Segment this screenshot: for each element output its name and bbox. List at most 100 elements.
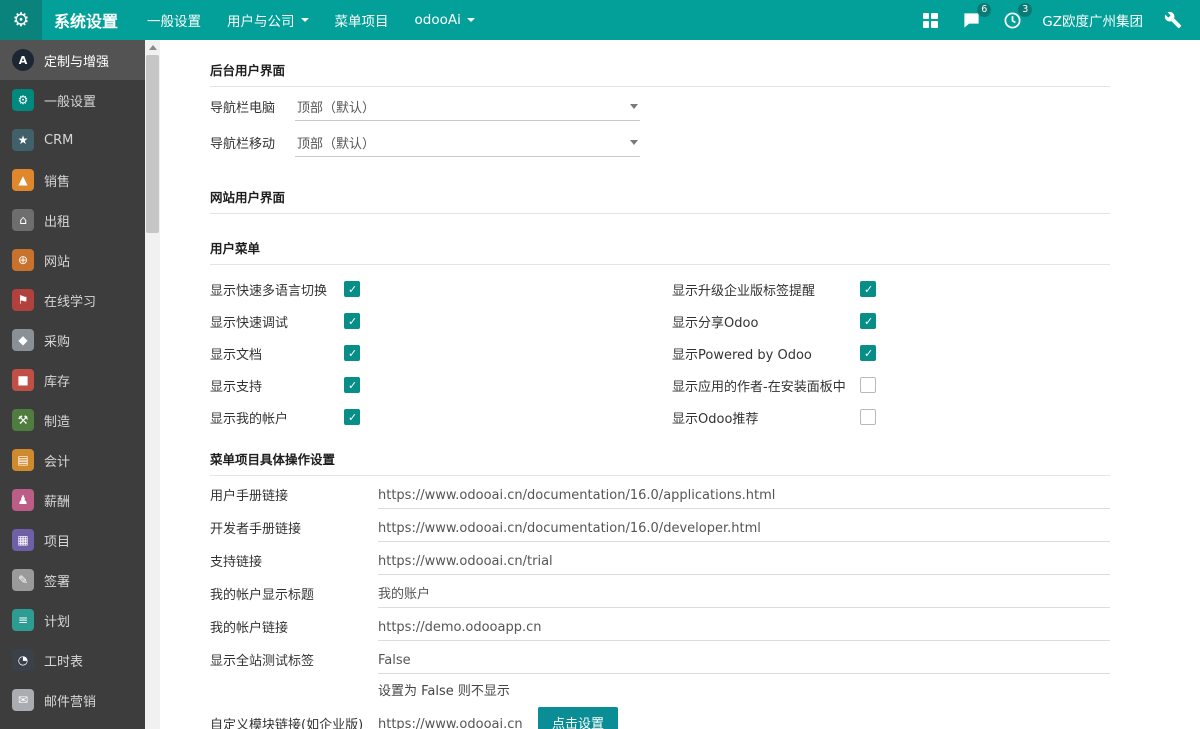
icon-glyph: ⚑ [18, 294, 29, 306]
account-title-input[interactable]: 我的账户 [378, 583, 1110, 608]
manufacturing-icon: ⚒ [12, 409, 34, 431]
selected-value: 顶部（默认） [297, 97, 375, 116]
custom-module-link-input[interactable]: https://www.odooai.cn [378, 717, 528, 729]
debug-tools-button[interactable] [1162, 9, 1184, 31]
checkbox-label: 显示快速多语言切换 [210, 280, 344, 299]
sidebar-item-website[interactable]: ⊕ 网站 [0, 240, 145, 280]
sidebar-item-manufacturing[interactable]: ⚒ 制造 [0, 400, 145, 440]
sidebar-item-planning[interactable]: ≡ 计划 [0, 600, 145, 640]
gear-icon: ⚙ [12, 89, 34, 111]
sidebar-item-timesheets[interactable]: ◔ 工时表 [0, 640, 145, 680]
settings-content: 后台用户界面 导航栏电脑 顶部（默认） 导航栏移动 顶部（默认） 网站用户界面 … [160, 40, 1200, 729]
sidebar-item-label: CRM [44, 133, 73, 148]
test-label-row: 显示全站测试标签 False [210, 641, 1110, 674]
icon-glyph: ◆ [18, 334, 27, 346]
sidebar-item-accounting[interactable]: ▤ 会计 [0, 440, 145, 480]
sidebar-item-label: 定制与增强 [44, 51, 109, 70]
sign-icon: ✎ [12, 569, 34, 591]
test-label-input[interactable]: False [378, 653, 1110, 674]
checkbox[interactable] [344, 409, 360, 425]
wrench-icon [1164, 11, 1182, 29]
gear-icon: ⚙ [12, 9, 29, 31]
menu-odooai[interactable]: odooAi [402, 0, 488, 40]
icon-glyph: ■ [17, 374, 28, 386]
sidebar-item-rental[interactable]: ⌂ 出租 [0, 200, 145, 240]
checkbox[interactable] [860, 345, 876, 361]
developer-manual-link-row: 开发者手册链接 https://www.odooai.cn/documentat… [210, 509, 1110, 542]
sidebar-item-label: 薪酬 [44, 491, 70, 510]
icon-glyph: ▤ [17, 454, 28, 466]
apps-icon[interactable] [919, 9, 941, 31]
checkbox[interactable] [860, 377, 876, 393]
user-menu[interactable]: GZ欧度广州集团 [1042, 10, 1143, 30]
checkbox-row: 显示快速调试 显示分享Odoo [210, 305, 1110, 337]
settings-app-icon[interactable]: ⚙ [0, 0, 42, 40]
website-icon: ⊕ [12, 249, 34, 271]
sidebar-item-elearning[interactable]: ⚑ 在线学习 [0, 280, 145, 320]
sidebar-item-project[interactable]: ▦ 项目 [0, 520, 145, 560]
configure-button[interactable]: 点击设置 [538, 707, 618, 729]
email-marketing-icon: ✉ [12, 689, 34, 711]
sidebar-item-label: 邮件营销 [44, 691, 96, 710]
messages-button[interactable]: 6 [960, 9, 982, 31]
navbar-mobile-select[interactable]: 顶部（默认） [295, 129, 640, 157]
sidebar-item-label: 在线学习 [44, 291, 96, 310]
elearning-icon: ⚑ [12, 289, 34, 311]
icon-glyph: ⌂ [19, 214, 27, 226]
sidebar-item-sales[interactable]: ▲ 销售 [0, 160, 145, 200]
checkbox-label: 显示Odoo推荐 [672, 408, 860, 427]
topbar: ⚙ 系统设置 一般设置 用户与公司 菜单项目 odooAi 6 [0, 0, 1200, 40]
checkbox[interactable] [860, 409, 876, 425]
checkbox[interactable] [344, 281, 360, 297]
activities-button[interactable]: 3 [1001, 9, 1023, 31]
account-link-input[interactable]: https://demo.odooapp.cn [378, 620, 1110, 641]
grid-icon [923, 13, 938, 28]
sidebar-item-label: 一般设置 [44, 91, 96, 110]
sidebar-item-purchase[interactable]: ◆ 采购 [0, 320, 145, 360]
topbar-menus: 一般设置 用户与公司 菜单项目 odooAi [134, 0, 488, 40]
menu-general-settings[interactable]: 一般设置 [134, 0, 214, 40]
chevron-down-icon [630, 140, 638, 145]
navbar-pc-select[interactable]: 顶部（默认） [295, 93, 640, 121]
icon-glyph: A [19, 55, 28, 66]
checkbox[interactable] [344, 345, 360, 361]
app-title[interactable]: 系统设置 [42, 8, 134, 32]
planning-icon: ≡ [12, 609, 34, 631]
section-backend-ui: 后台用户界面 [210, 60, 1110, 87]
field-label: 我的帐户显示标题 [210, 584, 378, 608]
scrollbar-thumb[interactable] [146, 55, 159, 233]
sidebar-item-label: 库存 [44, 371, 70, 390]
checkbox[interactable] [344, 313, 360, 329]
sidebar-item-inventory[interactable]: ■ 库存 [0, 360, 145, 400]
sidebar-item-customization[interactable]: A 定制与增强 [0, 40, 145, 80]
scroll-up-arrow-icon[interactable] [145, 40, 160, 54]
checkbox[interactable] [860, 313, 876, 329]
checkbox[interactable] [344, 377, 360, 393]
chevron-down-icon [467, 18, 475, 22]
field-label: 用户手册链接 [210, 485, 378, 509]
checkbox-row: 显示文档 显示Powered by Odoo [210, 337, 1110, 369]
menu-label: 用户与公司 [227, 10, 295, 30]
user-manual-link-row: 用户手册链接 https://www.odooai.cn/documentati… [210, 476, 1110, 509]
sidebar-item-label: 销售 [44, 171, 70, 190]
field-label: 显示全站测试标签 [210, 650, 378, 674]
sidebar-item-crm[interactable]: ★ CRM [0, 120, 145, 160]
sidebar-item-email-marketing[interactable]: ✉ 邮件营销 [0, 680, 145, 720]
menu-menu-items[interactable]: 菜单项目 [322, 0, 402, 40]
field-label: 支持链接 [210, 551, 378, 575]
user-manual-link-input[interactable]: https://www.odooai.cn/documentation/16.0… [378, 488, 1110, 509]
sidebar-item-label: 采购 [44, 331, 70, 350]
menu-users-companies[interactable]: 用户与公司 [214, 0, 322, 40]
sidebar-item-sign[interactable]: ✎ 签署 [0, 560, 145, 600]
checkbox-label: 显示Powered by Odoo [672, 344, 860, 363]
support-link-input[interactable]: https://www.odooai.cn/trial [378, 554, 1110, 575]
developer-manual-link-input[interactable]: https://www.odooai.cn/documentation/16.0… [378, 521, 1110, 542]
rental-icon: ⌂ [12, 209, 34, 231]
selected-value: 顶部（默认） [297, 133, 375, 152]
vertical-scrollbar[interactable] [145, 40, 160, 729]
checkbox[interactable] [860, 281, 876, 297]
sidebar-item-general-settings[interactable]: ⚙ 一般设置 [0, 80, 145, 120]
section-website-ui: 网站用户界面 [210, 187, 1110, 214]
sidebar-item-payroll[interactable]: ♟ 薪酬 [0, 480, 145, 520]
checkbox-label: 显示应用的作者-在安装面板中 [672, 376, 860, 395]
